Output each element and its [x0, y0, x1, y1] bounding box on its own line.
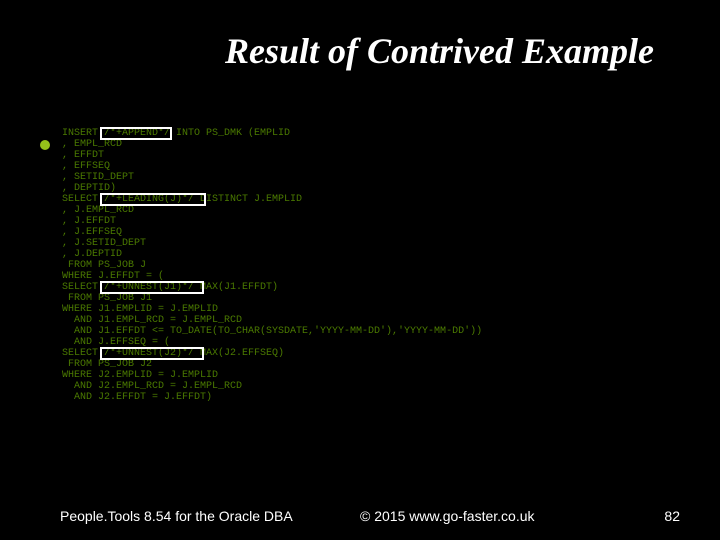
code-line: SELECT /*+LEADING(J)*/ DISTINCT J.EMPLID: [62, 194, 642, 205]
code-line: AND J.EFFSEQ = (: [62, 337, 642, 348]
code-line: AND J2.EFFDT = J.EFFDT): [62, 392, 642, 403]
code-line: INSERT /*+APPEND*/ INTO PS_DMK (EMPLID: [62, 128, 642, 139]
code-line: WHERE J2.EMPLID = J.EMPLID: [62, 370, 642, 381]
code-line: , SETID_DEPT: [62, 172, 642, 183]
bullet-icon: [40, 140, 50, 150]
code-line: , J.SETID_DEPT: [62, 238, 642, 249]
code-line: WHERE J1.EMPLID = J.EMPLID: [62, 304, 642, 315]
code-line: , J.EFFSEQ: [62, 227, 642, 238]
code-line: , J.EMPL_RCD: [62, 205, 642, 216]
code-line: AND J1.EMPL_RCD = J.EMPL_RCD: [62, 315, 642, 326]
code-line: AND J1.EFFDT <= TO_DATE(TO_CHAR(SYSDATE,…: [62, 326, 642, 337]
sql-code-block: INSERT /*+APPEND*/ INTO PS_DMK (EMPLID, …: [62, 128, 642, 403]
footer-left: People.Tools 8.54 for the Oracle DBA: [60, 508, 293, 524]
page-number: 82: [664, 508, 680, 524]
slide: Result of Contrived Example INSERT /*+AP…: [0, 0, 720, 540]
code-line: AND J2.EMPL_RCD = J.EMPL_RCD: [62, 381, 642, 392]
code-line: FROM PS_JOB J2: [62, 359, 642, 370]
code-line: , EFFSEQ: [62, 161, 642, 172]
footer-center: © 2015 www.go-faster.co.uk: [360, 508, 535, 524]
code-line: WHERE J.EFFDT = (: [62, 271, 642, 282]
code-line: , J.EFFDT: [62, 216, 642, 227]
code-line: FROM PS_JOB J1: [62, 293, 642, 304]
code-line: , EFFDT: [62, 150, 642, 161]
code-line: , EMPL_RCD: [62, 139, 642, 150]
code-line: SELECT /*+UNNEST(J1)*/ MAX(J1.EFFDT): [62, 282, 642, 293]
code-line: , DEPTID): [62, 183, 642, 194]
code-line: SELECT /*+UNNEST(J2)*/ MAX(J2.EFFSEQ): [62, 348, 642, 359]
code-line: , J.DEPTID: [62, 249, 642, 260]
slide-title: Result of Contrived Example: [60, 30, 654, 72]
code-line: FROM PS_JOB J: [62, 260, 642, 271]
